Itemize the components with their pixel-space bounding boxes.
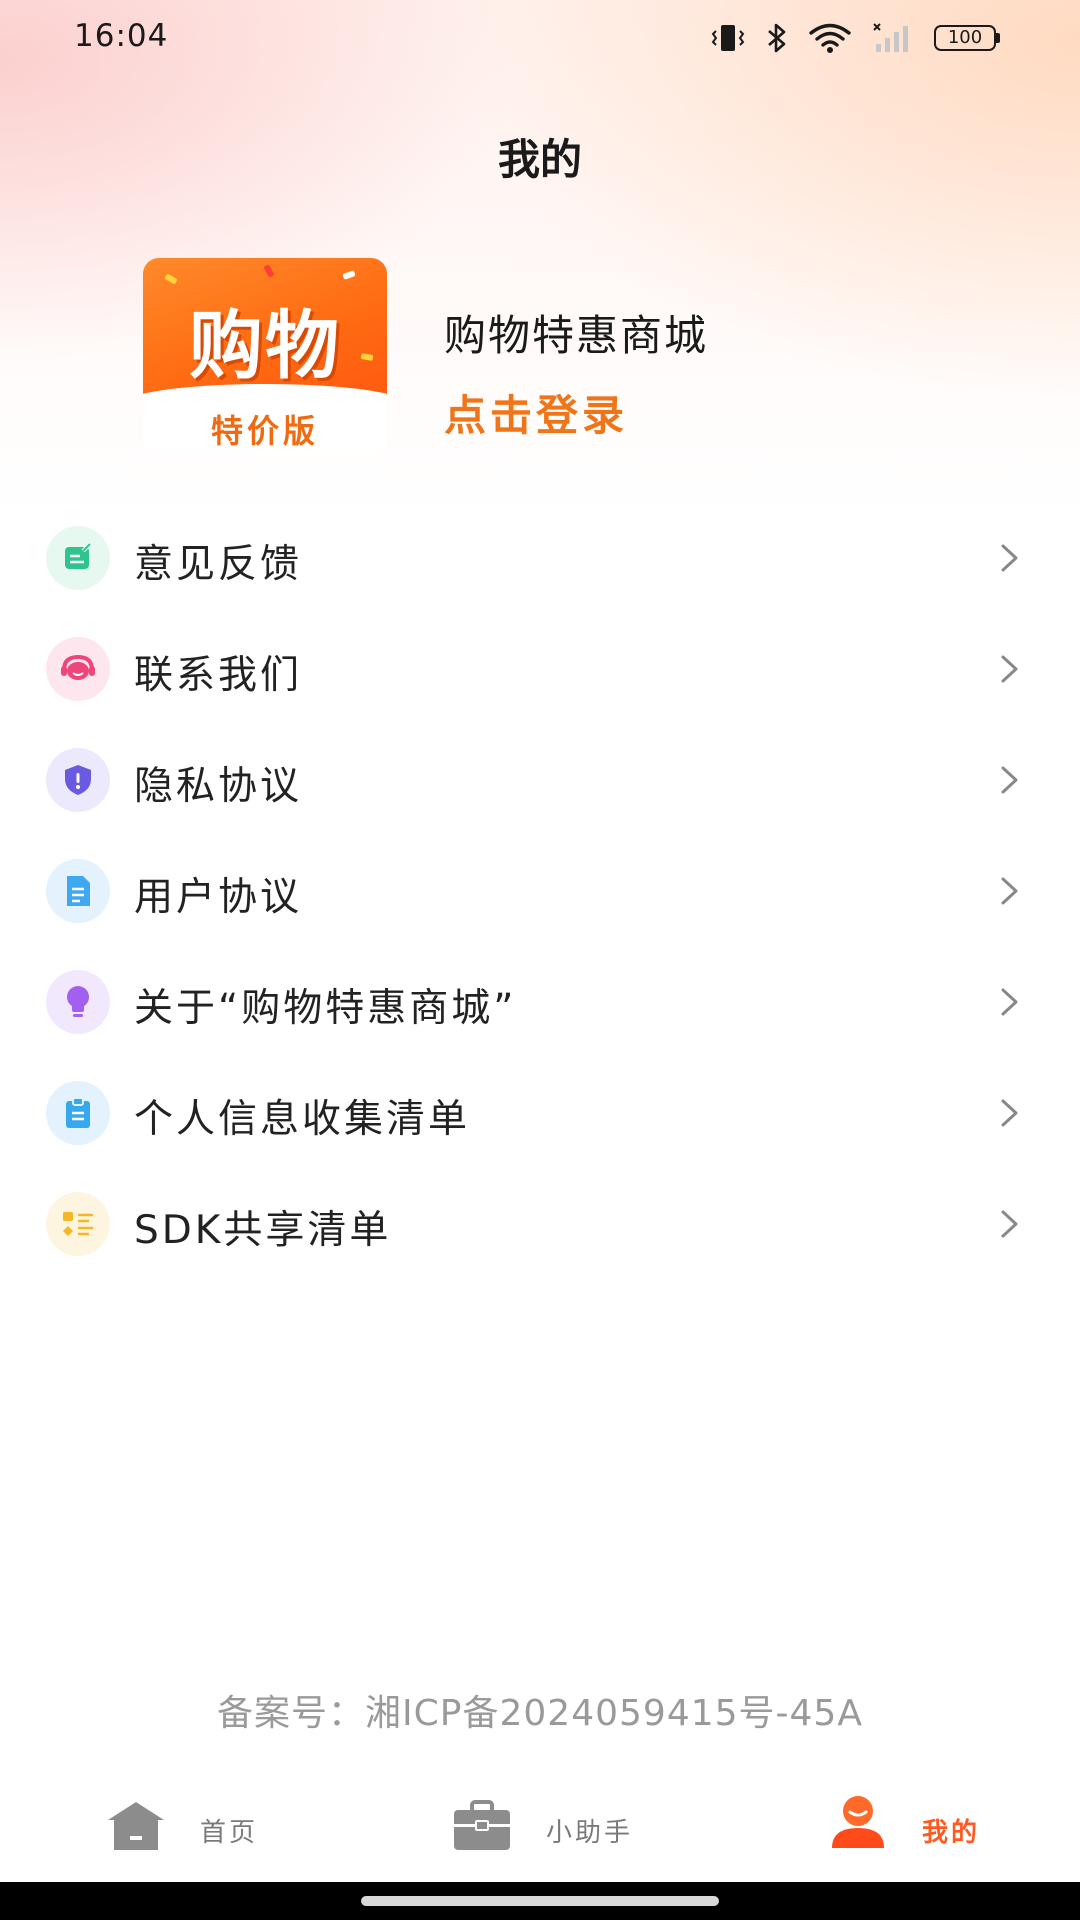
chevron-right-icon (1001, 877, 1018, 905)
chevron-right-icon (1001, 1099, 1018, 1127)
vibrate-icon (711, 25, 745, 51)
home-icon (108, 1802, 164, 1850)
icp-record: 备案号：湘ICP备2024059415号-45A (217, 1693, 863, 1734)
tab-label: 首页 (200, 1818, 259, 1848)
menu-item-contact[interactable]: 联系我们 (0, 614, 1080, 725)
tab-mine[interactable]: 我的 (826, 1778, 1026, 1882)
menu-item-personal-info-list[interactable]: 个人信息收集清单 (0, 1058, 1080, 1169)
app-logo: 购物 特价版 (143, 258, 387, 454)
battery-icon: 100 (934, 25, 1000, 51)
home-indicator[interactable] (361, 1896, 719, 1906)
system-nav-bar (0, 1882, 1080, 1920)
wifi-icon (809, 23, 851, 53)
bluetooth-icon (768, 23, 786, 53)
app-name: 购物特惠商城 (444, 311, 709, 360)
logo-subtext: 特价版 (210, 412, 319, 450)
tab-home[interactable]: 首页 (100, 1778, 300, 1882)
login-button[interactable]: 点击登录 (444, 382, 628, 443)
signal-no-sim-icon (873, 23, 908, 52)
menu-item-sdk-list[interactable]: SDK共享清单 (0, 1169, 1080, 1280)
menu-item-label: 隐私协议 (134, 764, 303, 809)
user-icon (832, 1796, 884, 1848)
chevron-right-icon (1001, 1210, 1018, 1238)
status-time: 16:04 (74, 18, 169, 54)
menu-item-label: 意见反馈 (134, 542, 303, 587)
feedback-icon (46, 526, 110, 590)
lightbulb-icon (46, 970, 110, 1034)
clipboard-icon (46, 1081, 110, 1145)
battery-level: 100 (947, 27, 983, 48)
menu-item-label: 联系我们 (134, 653, 303, 698)
logo-text: 购物 (189, 303, 341, 389)
shield-icon (46, 748, 110, 812)
chevron-right-icon (1001, 766, 1018, 794)
menu-item-label: SDK共享清单 (134, 1208, 392, 1253)
tab-assistant[interactable]: 小助手 (448, 1778, 668, 1882)
menu-item-feedback[interactable]: 意见反馈 (0, 503, 1080, 614)
settings-menu: 意见反馈 联系我们 隐私协议 用户协议 关于“购物特惠商城” 个人信息收集清单 … (0, 503, 1080, 1280)
list-icon (46, 1192, 110, 1256)
chevron-right-icon (1001, 655, 1018, 683)
briefcase-icon (454, 1800, 510, 1850)
menu-item-privacy[interactable]: 隐私协议 (0, 725, 1080, 836)
tab-label: 小助手 (546, 1818, 634, 1848)
menu-item-label: 用户协议 (134, 875, 303, 920)
page-title: 我的 (497, 135, 582, 184)
headset-icon (46, 637, 110, 701)
chevron-right-icon (1001, 544, 1018, 572)
menu-item-about[interactable]: 关于“购物特惠商城” (0, 947, 1080, 1058)
menu-item-label: 关于“购物特惠商城” (134, 986, 517, 1031)
bottom-tab-bar: 首页 小助手 我的 (0, 1778, 1080, 1882)
screen: 16:04 100 我的 购物 特价版 购物特惠商城 点击登录 意见反馈 联系我… (0, 0, 1080, 1920)
chevron-right-icon (1001, 988, 1018, 1016)
document-icon (46, 859, 110, 923)
menu-item-user-agreement[interactable]: 用户协议 (0, 836, 1080, 947)
status-icons: 100 (710, 20, 1000, 56)
status-bar: 16:04 100 (0, 0, 1080, 80)
tab-label: 我的 (922, 1818, 981, 1848)
menu-item-label: 个人信息收集清单 (134, 1097, 471, 1142)
